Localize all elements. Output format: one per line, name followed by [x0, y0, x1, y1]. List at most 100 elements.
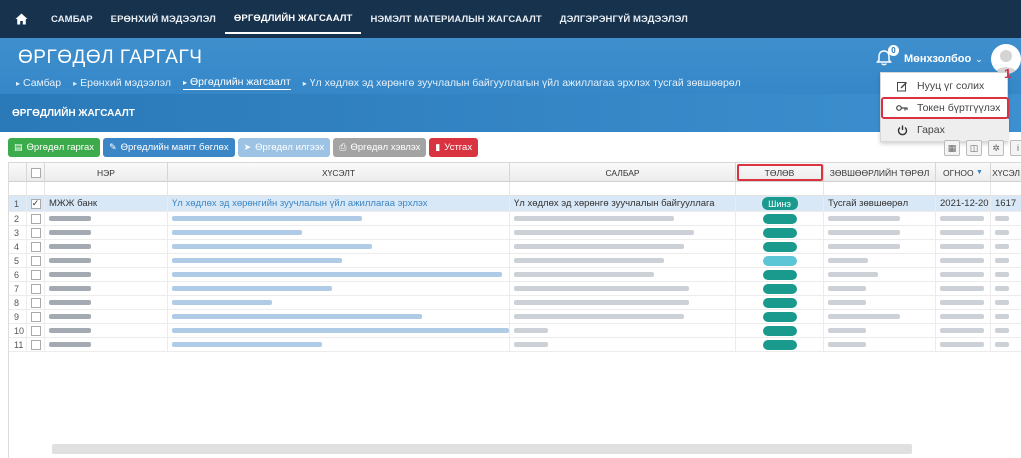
row-checkbox[interactable] — [30, 269, 41, 280]
redacted-text — [995, 328, 1009, 333]
cell-request-redacted[interactable] — [168, 310, 510, 323]
info-icon[interactable]: i — [1010, 140, 1021, 156]
cell-request-redacted[interactable] — [168, 324, 510, 337]
create-application-button[interactable]: ▤ Өргөдөл гаргах — [8, 138, 101, 157]
fill-form-button[interactable]: ✎ Өргөдлийн маягт бөглөх — [103, 138, 235, 157]
cell-request-redacted[interactable] — [168, 212, 510, 225]
change-password-item[interactable]: Нууц үг солих — [881, 75, 1009, 97]
row-select-cell[interactable] — [27, 212, 45, 225]
filter-input[interactable] — [936, 182, 991, 195]
filter-input[interactable] — [45, 182, 168, 195]
filter-input[interactable] — [510, 182, 736, 195]
cell-request-redacted[interactable] — [168, 254, 510, 267]
nav-general-info[interactable]: ЕРӨНХИЙ МЭДЭЭЛЭЛ — [102, 0, 225, 38]
columns-icon[interactable]: ◫ — [966, 140, 982, 156]
logout-item[interactable]: Гарах — [881, 119, 1009, 141]
row-select-cell[interactable] — [27, 240, 45, 253]
row-select-cell[interactable] — [27, 310, 45, 323]
filter-input[interactable] — [991, 182, 1021, 195]
settings-icon[interactable]: ✲ — [988, 140, 1004, 156]
table-row[interactable]: 7 — [9, 282, 1021, 296]
column-header-extra[interactable]: ХҮСЭЛ — [991, 163, 1021, 182]
select-all-checkbox[interactable] — [30, 167, 41, 178]
row-select-cell[interactable] — [27, 268, 45, 281]
breadcrumb-label: Өргөдлийн жагсаалт — [189, 76, 291, 88]
cell-request-redacted[interactable] — [168, 296, 510, 309]
table-row[interactable]: 11 — [9, 338, 1021, 352]
breadcrumb-item-active[interactable]: ▸ Өргөдлийн жагсаалт — [182, 76, 291, 90]
power-icon — [895, 125, 909, 136]
home-button[interactable] — [0, 0, 42, 38]
row-checkbox[interactable] — [30, 297, 41, 308]
column-header-name[interactable]: НЭР — [45, 163, 168, 182]
cell-permit-type-redacted — [824, 268, 936, 281]
table-row[interactable]: 10 — [9, 324, 1021, 338]
row-select-cell[interactable] — [27, 324, 45, 337]
cell-permit-type: Тусгай зөвшөөрөл — [824, 196, 936, 211]
cell-request-redacted[interactable] — [168, 226, 510, 239]
user-name[interactable]: Мөнхзолбоо — [904, 53, 971, 65]
row-select-cell[interactable] — [27, 254, 45, 267]
cell-request-redacted[interactable] — [168, 268, 510, 281]
cell-request-redacted[interactable] — [168, 282, 510, 295]
table-row[interactable]: 4 — [9, 240, 1021, 254]
status-badge — [762, 213, 797, 224]
edit-icon — [895, 81, 909, 92]
filter-input[interactable] — [736, 182, 824, 195]
cell-status — [736, 226, 824, 239]
redacted-text — [514, 314, 684, 319]
row-select-cell[interactable] — [27, 296, 45, 309]
row-checkbox-checked[interactable]: ✓ — [30, 198, 41, 209]
table-row[interactable]: 8 — [9, 296, 1021, 310]
nav-application-list[interactable]: ӨРГӨДЛИЙН ЖАГСААЛТ — [224, 4, 362, 34]
cell-request-redacted[interactable] — [168, 338, 510, 351]
row-select-cell[interactable] — [27, 226, 45, 239]
table-row[interactable]: 1 ✓ МЖЖ банк Үл хөдлөх эд хөрөнгийн зууч… — [9, 196, 1021, 212]
column-header-date[interactable]: ОГНОО ▼ — [936, 163, 991, 182]
row-checkbox[interactable] — [30, 227, 41, 238]
filter-input[interactable] — [824, 182, 936, 195]
table-row[interactable]: 3 — [9, 226, 1021, 240]
print-application-button[interactable]: ⎙ Өргөдөл хэвлэх — [333, 138, 427, 157]
table-row[interactable]: 2 — [9, 212, 1021, 226]
send-application-button[interactable]: ➤ Өргөдөл илгээх — [237, 138, 331, 157]
row-number: 6 — [9, 268, 27, 281]
register-token-item[interactable]: Токен бүртгүүлэх — [881, 97, 1009, 119]
table-row[interactable]: 6 — [9, 268, 1021, 282]
breadcrumb-item[interactable]: ▸ Ерөнхий мэдээлэл — [73, 77, 171, 89]
export-icon[interactable]: ▦ — [944, 140, 960, 156]
row-checkbox[interactable] — [30, 213, 41, 224]
row-checkbox[interactable] — [30, 283, 41, 294]
chevron-down-icon[interactable]: ⌄ — [975, 54, 983, 65]
table-row[interactable]: 9 — [9, 310, 1021, 324]
row-select-cell[interactable] — [27, 338, 45, 351]
column-header-permit-type[interactable]: ЗӨВШӨӨРЛИЙН ТӨРӨЛ — [824, 163, 936, 182]
cell-request[interactable]: Үл хөдлөх эд хөрөнгийн зуучлалын үйл ажи… — [168, 196, 510, 211]
notification-button[interactable]: 0 — [874, 45, 899, 70]
row-checkbox[interactable] — [30, 241, 41, 252]
nav-detailed-info[interactable]: ДЭЛГЭРЭНГҮЙ МЭДЭЭЛЭЛ — [551, 0, 697, 38]
nav-dashboard[interactable]: САМБАР — [42, 0, 102, 38]
filter-input[interactable] — [168, 182, 510, 195]
caret-right-icon: ▸ — [16, 78, 21, 88]
column-header-label: ОГНОО — [943, 167, 974, 178]
row-checkbox[interactable] — [30, 255, 41, 266]
row-select-cell[interactable]: ✓ — [27, 196, 45, 211]
row-checkbox[interactable] — [30, 325, 41, 336]
status-badge — [762, 311, 797, 322]
column-header-request[interactable]: ХҮСЭЛТ — [168, 163, 510, 182]
row-checkbox[interactable] — [30, 311, 41, 322]
select-all-header[interactable] — [27, 163, 45, 182]
nav-additional-materials[interactable]: НЭМЭЛТ МАТЕРИАЛЫН ЖАГСААЛТ — [361, 0, 550, 38]
table-row[interactable]: 5 — [9, 254, 1021, 268]
cell-request-redacted[interactable] — [168, 240, 510, 253]
breadcrumb-item[interactable]: ▸ Самбар — [16, 77, 61, 89]
cell-date-redacted — [936, 268, 991, 281]
delete-button[interactable]: ▮ Устгах — [429, 138, 479, 157]
column-header-status[interactable]: ТӨЛӨВ — [736, 163, 824, 182]
column-header-sector[interactable]: САЛБАР — [510, 163, 736, 182]
breadcrumb-item[interactable]: ▸ Үл хөдлөх эд хөрөнгө зуучлалын байгуулл… — [303, 77, 741, 89]
horizontal-scrollbar[interactable] — [52, 444, 912, 454]
row-checkbox[interactable] — [30, 339, 41, 350]
row-select-cell[interactable] — [27, 282, 45, 295]
